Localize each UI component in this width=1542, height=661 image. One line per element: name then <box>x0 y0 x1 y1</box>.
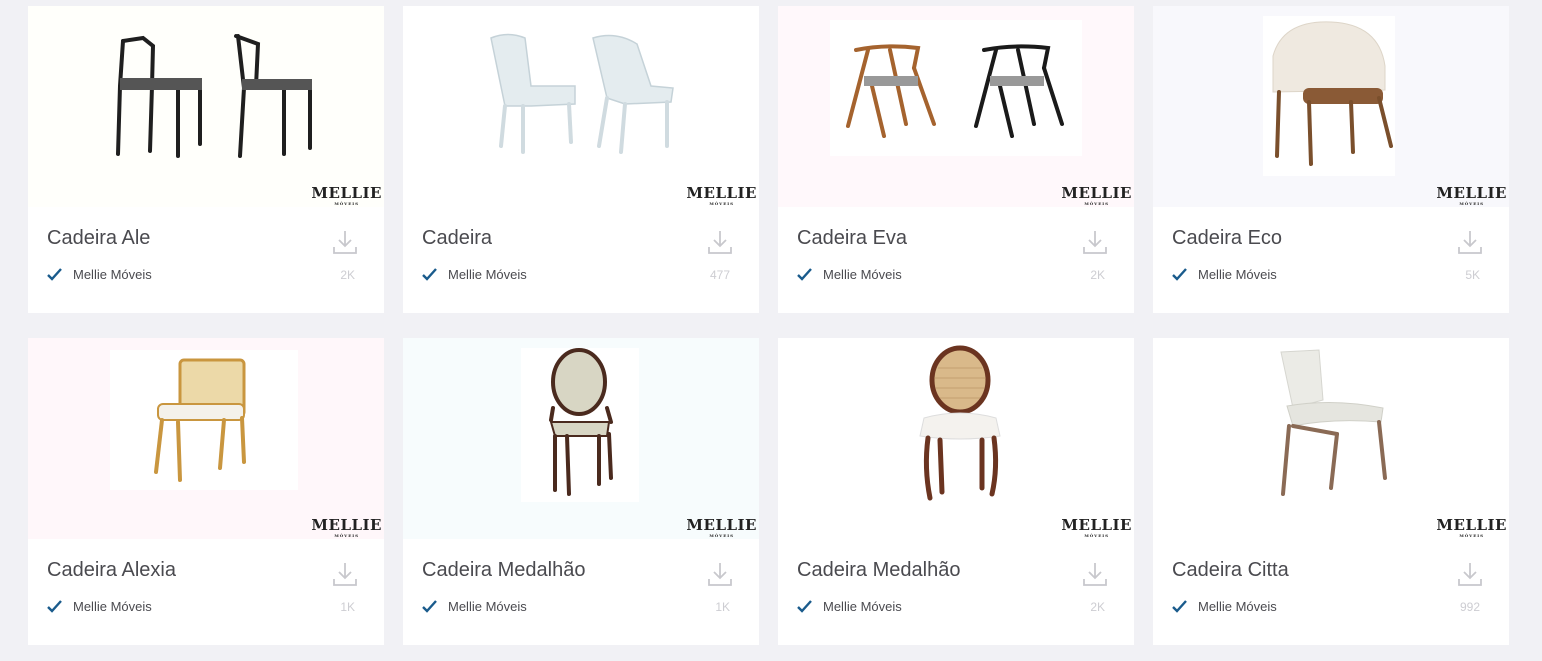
brand-watermark: MELLIE MÓVEIS <box>1061 184 1132 206</box>
author-name: Mellie Móveis <box>1198 599 1277 614</box>
download-count: 1K <box>715 600 730 614</box>
download-icon[interactable] <box>707 561 733 587</box>
download-icon[interactable] <box>1457 229 1483 255</box>
check-icon <box>797 600 812 613</box>
author-name: Mellie Móveis <box>1198 267 1277 282</box>
download-icon[interactable] <box>1082 229 1108 255</box>
product-title[interactable]: Cadeira Eco <box>1172 227 1282 250</box>
download-count: 2K <box>1090 600 1105 614</box>
check-icon <box>422 600 437 613</box>
product-image[interactable]: MELLIE MÓVEIS <box>778 338 1134 539</box>
download-icon[interactable] <box>1457 561 1483 587</box>
product-author[interactable]: Mellie Móveis <box>47 267 152 282</box>
product-card[interactable]: MELLIE MÓVEIS Cadeira Alexia Mellie Móvei… <box>28 338 384 645</box>
download-count: 2K <box>340 268 355 282</box>
product-card[interactable]: MELLIE MÓVEIS Cadeira Citta Mellie Móveis… <box>1153 338 1509 645</box>
product-author[interactable]: Mellie Móveis <box>47 599 152 614</box>
brand-watermark: MELLIE MÓVEIS <box>311 516 382 538</box>
check-icon <box>797 268 812 281</box>
check-icon <box>1172 600 1187 613</box>
product-author[interactable]: Mellie Móveis <box>1172 267 1277 282</box>
author-name: Mellie Móveis <box>73 599 152 614</box>
product-card[interactable]: MELLIE MÓVEIS Cadeira Eco Mellie Móveis 5… <box>1153 6 1509 313</box>
product-author[interactable]: Mellie Móveis <box>1172 599 1277 614</box>
download-count: 2K <box>1090 268 1105 282</box>
product-author[interactable]: Mellie Móveis <box>422 599 527 614</box>
product-card[interactable]: MELLIE MÓVEIS Cadeira Mellie Móveis 477 <box>403 6 759 313</box>
brand-watermark: MELLIE MÓVEIS <box>686 516 757 538</box>
download-count: 1K <box>340 600 355 614</box>
product-card[interactable]: MELLIE MÓVEIS Cadeira Medalhão Mellie Móv… <box>778 338 1134 645</box>
product-grid: MELLIE MÓVEIS Cadeira Ale Mellie Móveis 2… <box>28 6 1509 645</box>
download-count: 992 <box>1459 600 1480 614</box>
check-icon <box>422 268 437 281</box>
author-name: Mellie Móveis <box>73 267 152 282</box>
check-icon <box>47 600 62 613</box>
brand-watermark: MELLIE MÓVEIS <box>1436 184 1507 206</box>
product-card[interactable]: MELLIE MÓVEIS Cadeira Medalhão Mellie Móv… <box>403 338 759 645</box>
product-image[interactable]: MELLIE MÓVEIS <box>1153 338 1509 539</box>
brand-watermark: MELLIE MÓVEIS <box>1061 516 1132 538</box>
product-author[interactable]: Mellie Móveis <box>422 267 527 282</box>
product-title[interactable]: Cadeira Citta <box>1172 559 1289 582</box>
download-icon[interactable] <box>707 229 733 255</box>
download-count: 477 <box>709 268 730 282</box>
product-title[interactable]: Cadeira <box>422 227 492 250</box>
download-count: 5K <box>1465 268 1480 282</box>
product-image[interactable]: MELLIE MÓVEIS <box>403 338 759 539</box>
product-card[interactable]: MELLIE MÓVEIS Cadeira Ale Mellie Móveis 2… <box>28 6 384 313</box>
product-image[interactable]: MELLIE MÓVEIS <box>778 6 1134 207</box>
product-image[interactable]: MELLIE MÓVEIS <box>403 6 759 207</box>
author-name: Mellie Móveis <box>448 267 527 282</box>
download-icon[interactable] <box>1082 561 1108 587</box>
product-author[interactable]: Mellie Móveis <box>797 267 902 282</box>
product-image[interactable]: MELLIE MÓVEIS <box>28 6 384 207</box>
brand-watermark: MELLIE MÓVEIS <box>311 184 382 206</box>
product-title[interactable]: Cadeira Ale <box>47 227 150 250</box>
check-icon <box>47 268 62 281</box>
author-name: Mellie Móveis <box>823 267 902 282</box>
product-card[interactable]: MELLIE MÓVEIS Cadeira Eva Mellie Móveis 2… <box>778 6 1134 313</box>
brand-watermark: MELLIE MÓVEIS <box>686 184 757 206</box>
product-image[interactable]: MELLIE MÓVEIS <box>1153 6 1509 207</box>
product-title[interactable]: Cadeira Medalhão <box>422 559 585 582</box>
brand-watermark: MELLIE MÓVEIS <box>1436 516 1507 538</box>
check-icon <box>1172 268 1187 281</box>
product-title[interactable]: Cadeira Eva <box>797 227 907 250</box>
product-title[interactable]: Cadeira Alexia <box>47 559 176 582</box>
product-title[interactable]: Cadeira Medalhão <box>797 559 960 582</box>
author-name: Mellie Móveis <box>448 599 527 614</box>
download-icon[interactable] <box>332 229 358 255</box>
product-author[interactable]: Mellie Móveis <box>797 599 902 614</box>
product-image[interactable]: MELLIE MÓVEIS <box>28 338 384 539</box>
download-icon[interactable] <box>332 561 358 587</box>
author-name: Mellie Móveis <box>823 599 902 614</box>
